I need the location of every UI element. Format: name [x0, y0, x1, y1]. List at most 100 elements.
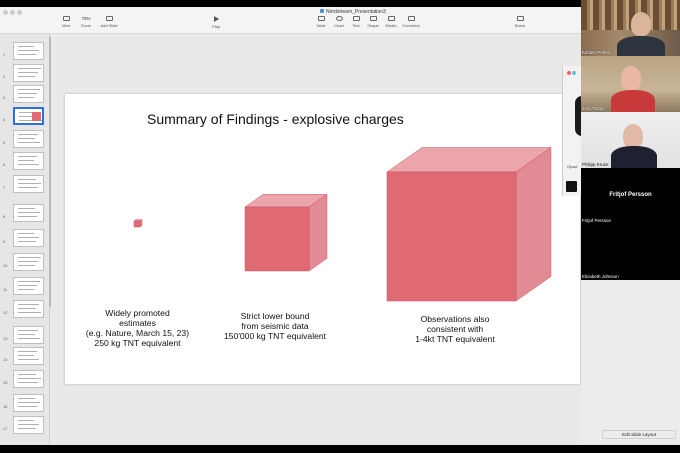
- thumbnail-text-line: [18, 46, 34, 47]
- thumbnail-text-line: [18, 428, 36, 429]
- thumbnail-text-line: [18, 241, 36, 242]
- thumbnail-text-line: [18, 334, 35, 335]
- comment-label: Comment: [402, 23, 420, 28]
- participant-face: [631, 12, 651, 36]
- thumbnail-text-line: [18, 359, 39, 360]
- thumbnail-text-line: [18, 378, 41, 379]
- thumbnail-text-line: [18, 398, 35, 399]
- slide-thumbnail[interactable]: [13, 300, 44, 318]
- participant-body: [617, 36, 665, 56]
- add-slide-button[interactable]: Add Slide: [97, 16, 121, 28]
- thumbnail-text-line: [18, 164, 39, 165]
- slide-thumbnail[interactable]: [13, 152, 44, 170]
- slide[interactable]: Summary of Findings - explosive charges …: [65, 94, 580, 384]
- slide-thumbnail[interactable]: [13, 229, 44, 247]
- slide-thumbnail[interactable]: [13, 130, 44, 148]
- slide-thumbnail[interactable]: [13, 42, 44, 60]
- slide-number: 11: [3, 287, 8, 292]
- play-button[interactable]: Play: [204, 16, 228, 29]
- slide-thumbnail[interactable]: [13, 347, 44, 365]
- participant-video-2[interactable]: Jörg Trump: [581, 56, 680, 112]
- thumbnail-text-line: [18, 160, 34, 161]
- zoom-menu[interactable]: 75% Zoom: [74, 16, 98, 28]
- thumbnail-text-line: [18, 179, 36, 180]
- participant-body: [611, 90, 655, 112]
- caption-small-estimate[interactable]: Widely promoted estimates (e.g. Nature, Ma…: [85, 308, 190, 348]
- view-icon: [62, 16, 70, 21]
- caption-line: Observations also: [420, 314, 490, 324]
- caption-line: from seismic data: [241, 321, 309, 331]
- thumbnail-text-line: [18, 406, 37, 407]
- thumbnail-text-line: [18, 54, 36, 55]
- slide-number: 5: [3, 140, 6, 145]
- shape-icon: [369, 16, 377, 21]
- thumbnail-text-line: [18, 233, 34, 234]
- participant-video-4[interactable]: Fritjof Persson Fritjof Persson: [581, 168, 680, 224]
- zoom-window-button[interactable]: [17, 10, 22, 15]
- slide-thumbnail[interactable]: [13, 326, 44, 344]
- participant-display-name: Fritjof Persson: [609, 192, 652, 198]
- caption-observations[interactable]: Observations also consistent with 1-4kt TN…: [400, 314, 510, 344]
- document-title-text: Nordstream_Presentation3: [326, 9, 386, 15]
- slide-thumbnail[interactable]: [13, 394, 44, 412]
- thumbnail-text-line: [18, 212, 40, 213]
- slide-number: 4: [3, 117, 6, 122]
- slide-number: 12: [3, 310, 8, 315]
- close-window-button[interactable]: [3, 10, 8, 15]
- slide-number: 1: [3, 52, 6, 57]
- slide-thumbnail[interactable]: [13, 370, 44, 388]
- caption-line: (e.g. Nature, March 15, 23): [85, 328, 190, 338]
- format-inspector: Opaci: [562, 66, 582, 196]
- participant-face: [621, 66, 641, 90]
- slide-number: 8: [3, 214, 6, 219]
- participant-video-3[interactable]: Philipp Kruze: [581, 112, 680, 168]
- comment-button[interactable]: Comment: [399, 16, 423, 28]
- table-icon: [317, 16, 325, 21]
- share-icon: [516, 16, 524, 21]
- slide-thumbnail[interactable]: [13, 204, 44, 222]
- caption-lower-bound[interactable]: Strict lower bound from seismic data 150'0…: [220, 311, 330, 341]
- slide-thumbnail[interactable]: [13, 416, 44, 434]
- slide-thumbnail[interactable]: [13, 253, 44, 271]
- thumbnail-text-line: [18, 187, 38, 188]
- thumbnail-text-line: [18, 93, 37, 94]
- participant-video-5[interactable]: Elizabeth Johnson: [581, 224, 680, 280]
- slide-thumbnail[interactable]: [13, 277, 44, 295]
- thumbnail-text-line: [18, 72, 38, 73]
- text-icon: [352, 16, 360, 21]
- participant-video-1[interactable]: Kirsten Peters: [581, 0, 680, 56]
- thumbnail-text-line: [18, 281, 40, 282]
- slide-thumbnail[interactable]: [13, 64, 44, 82]
- thumbnail-text-line: [18, 142, 40, 143]
- thumbnail-text-line: [18, 138, 35, 139]
- slide-number: 14: [3, 357, 8, 362]
- edit-slide-layout-button[interactable]: Edit Slide Layout: [602, 430, 676, 439]
- thumbnail-text-line: [18, 89, 40, 90]
- thumbnail-text-line: [18, 68, 41, 69]
- slide-thumbnail[interactable]: [13, 85, 44, 103]
- thumbnail-text-line: [18, 330, 38, 331]
- cube-medium-side-face: [308, 193, 328, 272]
- slide-thumbnail[interactable]: [13, 175, 44, 193]
- color-palette-icon[interactable]: [567, 71, 577, 77]
- slide-number: 17: [3, 426, 8, 431]
- inspector-lower-area: [581, 280, 680, 445]
- thumbnail-text-line: [18, 134, 38, 135]
- thumbnail-text-line: [18, 424, 39, 425]
- thumbnail-text-line: [18, 261, 38, 262]
- thumbnail-text-line: [18, 285, 37, 286]
- cube-small-front-face: [133, 220, 141, 228]
- fill-color-swatch[interactable]: [566, 181, 577, 192]
- thumbnail-text-line: [18, 50, 39, 51]
- thumbnail-cube: [32, 112, 41, 121]
- minimize-window-button[interactable]: [10, 10, 15, 15]
- cube-large-side-face: [515, 147, 552, 302]
- participant-name: Fritjof Persson: [582, 218, 612, 223]
- thumbnail-text-line: [18, 420, 34, 421]
- zoom-value: 75%: [81, 16, 91, 21]
- slide-number: 7: [3, 185, 6, 190]
- thumbnail-text-line: [18, 374, 36, 375]
- slide-thumbnail[interactable]: [13, 107, 44, 125]
- cube-medium-front-face: [244, 206, 310, 272]
- share-button[interactable]: Share: [508, 16, 532, 28]
